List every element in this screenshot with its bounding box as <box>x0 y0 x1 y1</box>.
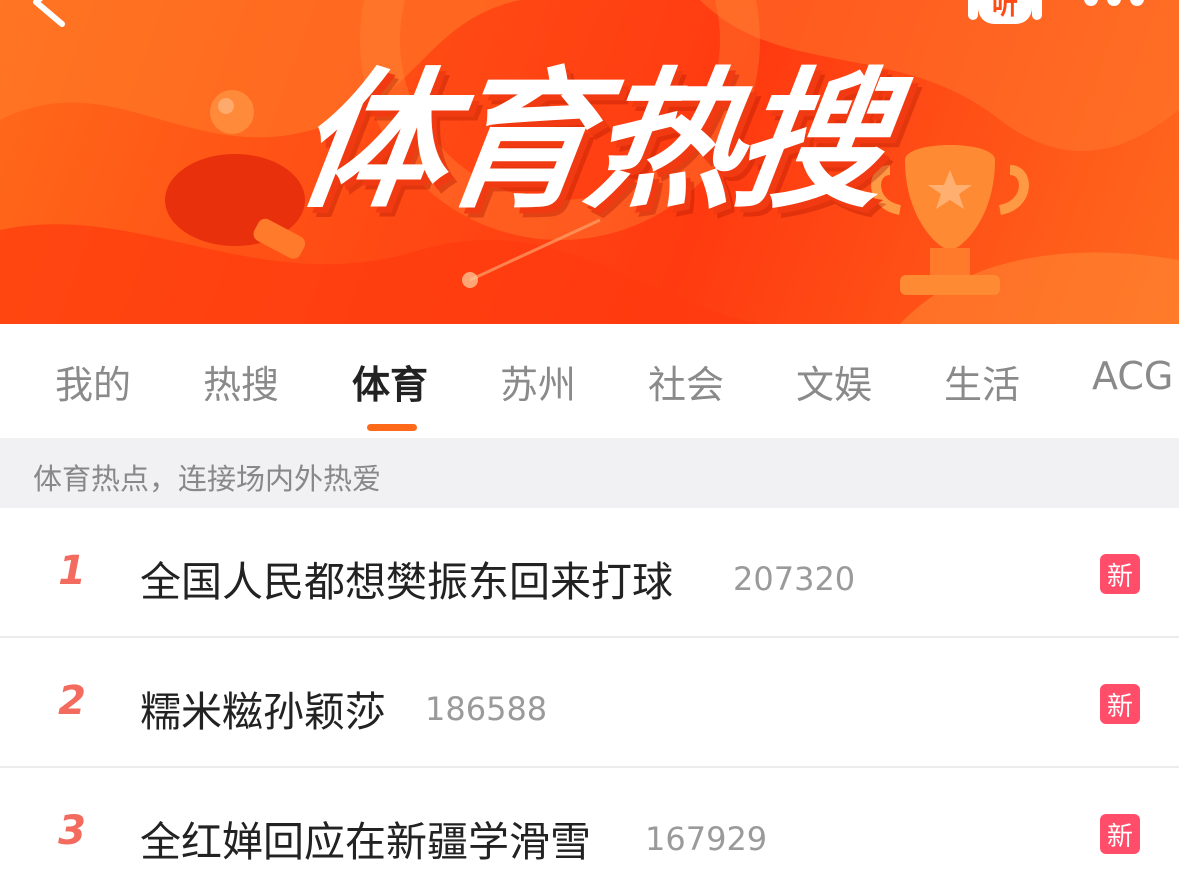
headphone-icon <box>968 0 978 20</box>
list-item[interactable]: 3 全红婵回应在新疆学滑雪 167929 新 <box>0 768 1179 894</box>
new-badge: 新 <box>1100 554 1140 594</box>
more-dot-icon <box>1084 0 1098 6</box>
tab-entertainment[interactable]: 文娱 <box>796 354 872 414</box>
hot-search-page: 体育热搜 听 我的 热搜 体育 苏州 社会 文娱 生活 ACG 体育热点，连接场… <box>0 0 1179 894</box>
rank-number: 2 <box>58 678 86 724</box>
banner-title: 体育热搜 <box>285 54 895 229</box>
listen-button[interactable]: 听 <box>964 0 1046 30</box>
section-subtitle: 体育热点，连接场内外热爱 <box>33 462 382 496</box>
tab-acg[interactable]: ACG <box>1092 354 1173 414</box>
more-options-button[interactable] <box>1080 0 1150 14</box>
rank-number: 1 <box>58 548 86 594</box>
item-title[interactable]: 全红婵回应在新疆学滑雪 <box>140 808 591 868</box>
item-title[interactable]: 糯米糍孙颖莎 <box>140 678 386 738</box>
hot-count: 167929 <box>645 820 768 858</box>
category-tabs: 我的 热搜 体育 苏州 社会 文娱 生活 ACG <box>0 324 1179 438</box>
rank-number: 3 <box>58 808 86 854</box>
headphone-icon-right <box>1032 0 1042 20</box>
list-item[interactable]: 1 全国人民都想樊振东回来打球 207320 新 <box>0 508 1179 638</box>
hot-count: 186588 <box>425 690 548 728</box>
active-tab-indicator <box>367 424 417 431</box>
new-badge: 新 <box>1100 684 1140 724</box>
item-title[interactable]: 全国人民都想樊振东回来打球 <box>140 548 673 608</box>
new-badge: 新 <box>1100 814 1140 854</box>
hot-count: 207320 <box>733 560 856 598</box>
more-dot-icon <box>1130 0 1144 6</box>
tab-suzhou[interactable]: 苏州 <box>500 354 576 414</box>
back-arrow-icon <box>33 0 65 27</box>
section-subtitle-bar: 体育热点，连接场内外热爱 <box>0 438 1179 508</box>
back-button[interactable] <box>22 0 72 36</box>
list-item[interactable]: 2 糯米糍孙颖莎 186588 新 <box>0 638 1179 768</box>
sports-hot-search-banner: 体育热搜 听 <box>0 0 1179 324</box>
more-dot-icon <box>1107 0 1121 6</box>
tab-society[interactable]: 社会 <box>648 354 724 414</box>
tab-sports[interactable]: 体育 <box>352 354 428 414</box>
tab-hot-search[interactable]: 热搜 <box>203 354 279 414</box>
tab-life[interactable]: 生活 <box>944 354 1020 414</box>
listen-label: 听 <box>978 0 1032 24</box>
tab-mine[interactable]: 我的 <box>55 354 131 414</box>
